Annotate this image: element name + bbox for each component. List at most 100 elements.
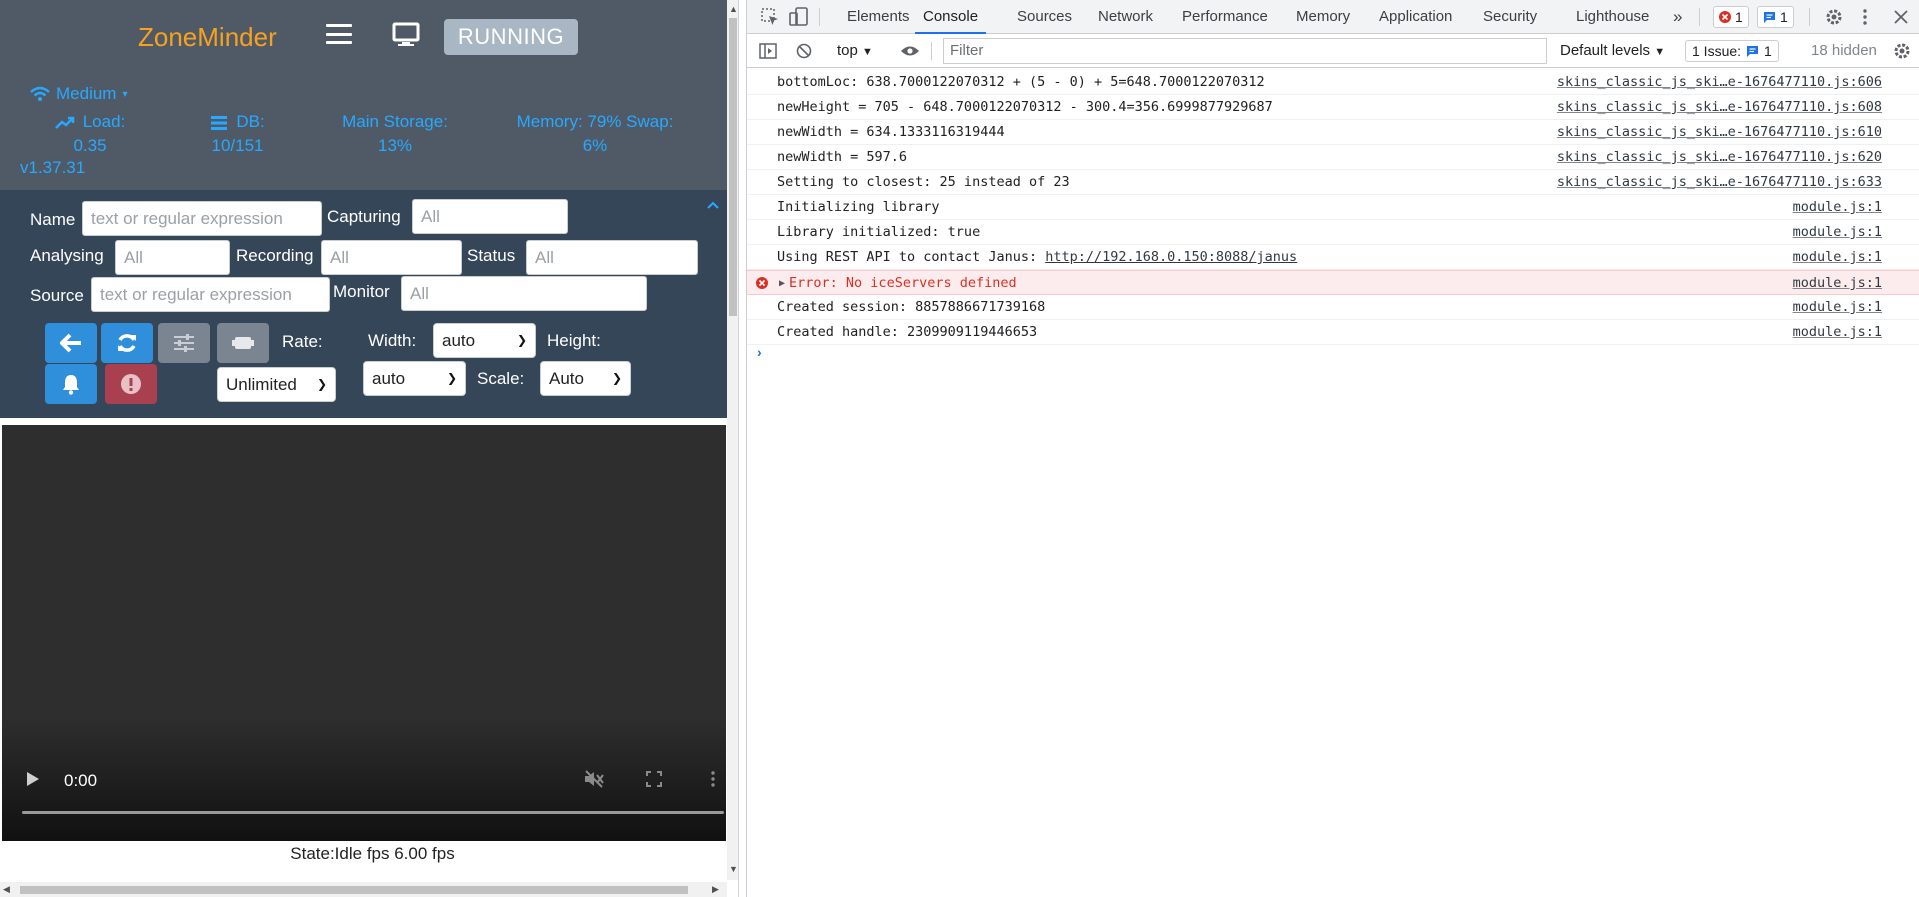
- monitor-label: Monitor: [333, 282, 390, 301]
- console-message[interactable]: newHeight = 705 - 648.7000122070312 - 30…: [747, 95, 1919, 120]
- devtools-panel: Elements Console Sources Network Perform…: [746, 0, 1919, 897]
- sidebar-toggle-icon[interactable]: [759, 43, 777, 59]
- tab-network[interactable]: Network: [1098, 0, 1153, 34]
- issues-button[interactable]: 1 Issue: 1: [1685, 40, 1779, 62]
- console-message[interactable]: newWidth = 597.6 skins_classic_js_ski…e-1…: [747, 145, 1919, 170]
- source-link[interactable]: skins_classic_js_ski…e-1676477110.js:620: [1557, 145, 1882, 170]
- sliders-icon: [174, 334, 194, 352]
- console-message[interactable]: newWidth = 634.1333116319444 skins_classi…: [747, 120, 1919, 145]
- source-link[interactable]: module.js:1: [1793, 195, 1882, 220]
- back-button[interactable]: [45, 323, 97, 363]
- more-tabs-chevron-icon[interactable]: »: [1673, 0, 1682, 34]
- source-link[interactable]: skins_classic_js_ski…e-1676477110.js:633: [1557, 170, 1882, 195]
- scroll-right-arrow-icon[interactable]: ▶: [712, 884, 719, 895]
- scroll-left-arrow-icon[interactable]: ◀: [3, 884, 10, 895]
- context-value: top: [837, 42, 858, 59]
- tab-security[interactable]: Security: [1483, 0, 1537, 34]
- status-running-button[interactable]: RUNNING: [444, 19, 578, 55]
- video-progress-bar[interactable]: [22, 811, 724, 814]
- refresh-button[interactable]: [101, 323, 153, 363]
- rate-select[interactable]: Unlimited ❯: [217, 367, 336, 402]
- message-text: newWidth = 597.6: [777, 149, 908, 165]
- console-message[interactable]: Using REST API to contact Janus: http://…: [747, 245, 1919, 270]
- height-select[interactable]: auto ❯: [363, 361, 466, 396]
- clear-console-icon[interactable]: [796, 43, 812, 59]
- context-select[interactable]: top ▼: [837, 34, 873, 68]
- settings-gear-icon[interactable]: [1825, 8, 1843, 26]
- source-link[interactable]: module.js:1: [1793, 320, 1882, 345]
- console-message[interactable]: Created session: 8857886671739168 module.…: [747, 295, 1919, 320]
- force-alarm-button[interactable]: [105, 364, 157, 404]
- analysing-select[interactable]: All: [115, 240, 230, 275]
- console-prompt-chevron-icon[interactable]: ›: [757, 344, 762, 360]
- chevron-down-icon: ❯: [516, 333, 527, 347]
- close-icon[interactable]: [1894, 10, 1908, 24]
- db-stat[interactable]: DB: 10/151: [200, 110, 275, 158]
- tab-elements[interactable]: Elements: [847, 0, 910, 34]
- console-message[interactable]: bottomLoc: 638.7000122070312 + (5 - 0) +…: [747, 70, 1919, 95]
- console-filter-input[interactable]: Filter: [943, 38, 1547, 64]
- scrollbar-thumb[interactable]: [729, 18, 737, 316]
- bandwidth-selector[interactable]: Medium ▾: [30, 84, 128, 104]
- alarm-button[interactable]: [45, 364, 97, 404]
- tab-console[interactable]: Console: [915, 0, 987, 34]
- zoneminder-logo[interactable]: ZoneMinder: [138, 22, 277, 53]
- console-message[interactable]: Initializing library module.js:1: [747, 195, 1919, 220]
- console-error-message[interactable]: ▶ Error: No iceServers defined module.js:…: [747, 270, 1919, 295]
- source-link[interactable]: skins_classic_js_ski…e-1676477110.js:606: [1557, 70, 1882, 95]
- console-message[interactable]: Created handle: 2309909119446653 module.j…: [747, 320, 1919, 345]
- scroll-up-arrow-icon[interactable]: ▲: [729, 4, 738, 14]
- cycle-button[interactable]: [217, 323, 269, 363]
- more-options-icon[interactable]: [1862, 8, 1868, 26]
- monitor-select[interactable]: All: [401, 276, 647, 311]
- capturing-select[interactable]: All: [412, 199, 568, 234]
- scrollbar-thumb[interactable]: [20, 886, 688, 894]
- log-levels-select[interactable]: Default levels ▼: [1560, 34, 1665, 68]
- source-link[interactable]: skins_classic_js_ski…e-1676477110.js:608: [1557, 95, 1882, 120]
- tab-memory[interactable]: Memory: [1296, 0, 1350, 34]
- caret-down-icon: ▼: [862, 46, 873, 58]
- message-count-badge[interactable]: 1: [1757, 6, 1794, 28]
- name-filter-input[interactable]: text or regular expression: [82, 201, 322, 236]
- fullscreen-icon[interactable]: [646, 771, 662, 787]
- tab-sources[interactable]: Sources: [1017, 0, 1072, 34]
- tab-performance[interactable]: Performance: [1182, 0, 1268, 34]
- status-select[interactable]: All: [526, 240, 698, 275]
- settings-button[interactable]: [158, 323, 210, 363]
- chevron-up-icon[interactable]: [706, 200, 720, 210]
- more-vertical-icon[interactable]: [710, 771, 716, 787]
- width-select[interactable]: auto ❯: [433, 323, 536, 358]
- console-message[interactable]: Setting to closest: 25 instead of 23 skin…: [747, 170, 1919, 195]
- zm-header: ZoneMinder RUNNING Medium ▾ Load: 0.35 D…: [0, 0, 727, 190]
- console-message[interactable]: Library initialized: true module.js:1: [747, 220, 1919, 245]
- caret-down-icon: ▾: [122, 88, 128, 100]
- recording-select[interactable]: All: [321, 240, 462, 275]
- version-link[interactable]: v1.37.31: [20, 158, 85, 178]
- monitor-icon[interactable]: [392, 22, 420, 48]
- source-link[interactable]: module.js:1: [1793, 271, 1882, 296]
- page-horizontal-scrollbar[interactable]: ◀ ▶: [0, 882, 727, 897]
- source-link[interactable]: module.js:1: [1793, 245, 1882, 270]
- inspect-element-icon[interactable]: [761, 8, 779, 26]
- source-link[interactable]: module.js:1: [1793, 220, 1882, 245]
- source-link[interactable]: module.js:1: [1793, 295, 1882, 320]
- tab-application[interactable]: Application: [1379, 0, 1452, 34]
- load-stat[interactable]: Load: 0.35: [50, 110, 130, 158]
- play-icon[interactable]: [26, 771, 40, 787]
- device-toolbar-icon[interactable]: [789, 7, 809, 27]
- error-count-badge[interactable]: 1: [1713, 6, 1749, 28]
- source-link[interactable]: skins_classic_js_ski…e-1676477110.js:610: [1557, 120, 1882, 145]
- page-vertical-scrollbar[interactable]: ▲ ▼: [727, 0, 738, 880]
- eye-icon[interactable]: [900, 45, 920, 57]
- video-player[interactable]: 0:00: [2, 425, 726, 841]
- tab-lighthouse[interactable]: Lighthouse: [1576, 0, 1649, 34]
- muted-icon[interactable]: [584, 770, 604, 788]
- scroll-down-arrow-icon[interactable]: ▼: [729, 864, 738, 874]
- expand-triangle-icon[interactable]: ▶: [779, 271, 785, 296]
- hamburger-menu-icon[interactable]: [326, 24, 352, 44]
- janus-url-link[interactable]: http://192.168.0.150:8088/janus: [1045, 249, 1297, 265]
- scale-select[interactable]: Auto ❯: [540, 361, 631, 396]
- storage-stat[interactable]: Main Storage: 13%: [330, 110, 460, 158]
- source-filter-input[interactable]: text or regular expression: [91, 277, 330, 312]
- console-settings-gear-icon[interactable]: [1893, 42, 1911, 60]
